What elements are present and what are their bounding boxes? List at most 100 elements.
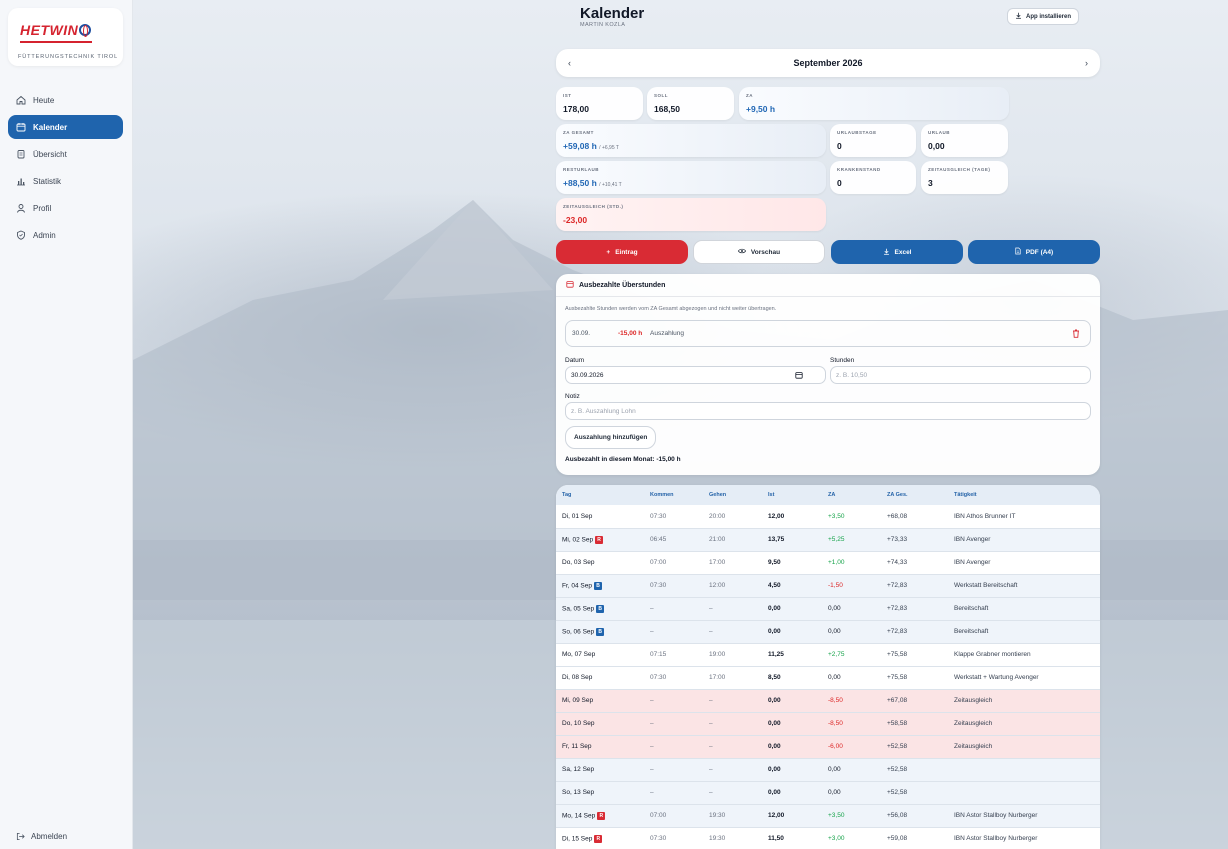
cell-tag-text: So, 13 Sep: [562, 789, 595, 796]
sidebar-item-label: Statistik: [33, 176, 62, 186]
cell-kommen: –: [644, 735, 703, 758]
cell-za-ges: +56,08: [881, 804, 948, 827]
cell-taetigkeit-text: IBN Avenger: [954, 536, 991, 543]
table-row[interactable]: Fr, 11 Sep – – 0,00 -6,00 +52,58 Zeitausgleich: [556, 735, 1100, 758]
cell-za-ges: +52,58: [881, 781, 948, 804]
column-header-kommen: Kommen: [650, 492, 674, 498]
trash-icon[interactable]: [1072, 329, 1080, 340]
table-row[interactable]: Do, 03 Sep 07:00 17:00 9,50 +1,00 +74,33 IBN A…: [556, 551, 1100, 574]
payout-entry: 30.09. -15,00 h Auszahlung: [565, 320, 1091, 347]
table-row[interactable]: Sa, 05 Sep B – –0,00 0,00 +72,83 Bereitschaft: [556, 597, 1100, 620]
cell-ist-text: 11,50: [768, 835, 784, 842]
table-row[interactable]: So, 06 Sep B – –0,00 0,00 +72,83 Bereitschaft: [556, 620, 1100, 643]
days-table: Tag Kommen Gehen Ist ZA ZA Ges. Tätigkei…: [556, 485, 1100, 849]
table-row[interactable]: Di, 01 Sep 07:30 20:00 12,00 +3,50 +68,08 IBN …: [556, 505, 1100, 528]
eye-icon: [737, 248, 746, 256]
note-input[interactable]: z. B. Auszahlung Lohn: [565, 402, 1091, 420]
sidebar-item-uebersicht[interactable]: Übersicht: [8, 142, 123, 166]
cell-tag-text: Mi, 02 Sep: [562, 536, 594, 544]
hours-input[interactable]: z. B. 10,50: [830, 366, 1091, 384]
cell-taetigkeit-text: Zeitausgleich: [954, 720, 993, 727]
cell-za: 0,00: [822, 620, 881, 643]
cell-ist-text: 0,00: [768, 766, 781, 773]
logout-label: Abmelden: [31, 832, 68, 841]
cell-taetigkeit-text: IBN Avenger: [954, 559, 991, 566]
cell-za-ges: +75,58: [881, 643, 948, 666]
stat-value: +9,50 h: [746, 104, 776, 114]
table-row[interactable]: Di, 08 Sep 07:30 17:00 8,50 0,00 +75,58 Werkst…: [556, 666, 1100, 689]
cell-tag-text: Mo, 14 Sep: [562, 812, 596, 820]
sidebar-item-label: Kalender: [33, 122, 68, 132]
cell-tag-text: Fr, 04 Sep: [562, 582, 592, 590]
bar-chart-icon: [16, 176, 26, 186]
cell-tag: Mi, 02 Sep R: [556, 528, 644, 551]
stat-urlaubstage: URLAUBSTAGE 0: [830, 124, 916, 157]
stat-label: URLAUBSTAGE: [837, 130, 877, 135]
stat-value: 178,00: [563, 104, 589, 114]
next-month-button[interactable]: ›: [1085, 58, 1088, 68]
plus-icon: +: [606, 248, 611, 256]
cell-gehen: 19:00: [703, 643, 762, 666]
preview-button[interactable]: Vorschau: [693, 240, 825, 264]
sidebar-item-heute[interactable]: Heute: [8, 88, 123, 112]
table-row[interactable]: Do, 10 Sep – – 0,00 -8,50 +58,58 Zeitausgleich: [556, 712, 1100, 735]
table-row[interactable]: Mi, 09 Sep – – 0,00 -8,50 +67,08 Zeitausgleich: [556, 689, 1100, 712]
sidebar-item-statistik[interactable]: Statistik: [8, 169, 123, 193]
cell-za-ges-text: +52,58: [887, 766, 908, 773]
add-entry-button[interactable]: + Eintrag: [556, 240, 688, 264]
table-row[interactable]: Mo, 14 Sep R 07:00 19:30 12,00 +3,50 +56,08 IBN…: [556, 804, 1100, 827]
cell-kommen-text: –: [650, 789, 654, 796]
cell-taetigkeit: [948, 758, 1100, 781]
cell-ist: 0,00: [762, 597, 822, 620]
cell-tag-text: Do, 10 Sep: [562, 720, 595, 727]
cell-tag: Mo, 14 Sep R: [556, 804, 644, 827]
cell-taetigkeit: Werkstatt Bereitschaft: [948, 574, 1100, 597]
table-row[interactable]: Di, 15 Sep R 07:30 19:30 11,50 +3,00 +59,08 IBN…: [556, 827, 1100, 849]
table-row[interactable]: So, 13 Sep – – 0,00 0,00 +52,58: [556, 781, 1100, 804]
stat-zeitausgleich-tage: ZEITAUSGLEICH (TAGE) 3: [921, 161, 1008, 194]
stat-value: +59,08 h / +6,95 T: [563, 141, 819, 151]
stat-value: 0,00: [928, 141, 945, 151]
cell-ist: 9,50: [762, 551, 822, 574]
cell-tag: Di, 01 Sep: [556, 505, 644, 528]
pdf-export-button[interactable]: PDF (A4): [968, 240, 1100, 264]
sidebar-item-admin[interactable]: Admin: [8, 223, 123, 247]
logout-button[interactable]: Abmelden: [16, 832, 67, 841]
cell-taetigkeit: IBN Astor Stallboy Nurberger: [948, 804, 1100, 827]
cell-ist: 12,00: [762, 804, 822, 827]
table-row[interactable]: Sa, 12 Sep – – 0,00 0,00 +52,58: [556, 758, 1100, 781]
date-input[interactable]: 30.09.2026: [565, 366, 826, 384]
cell-za-ges-text: +73,33: [887, 536, 908, 543]
stat-value-days: / +10,41 T: [599, 182, 622, 188]
stat-urlaub: URLAUB 0,00: [921, 124, 1008, 157]
table-row[interactable]: Mi, 02 Sep R 06:45 21:00 13,75 +5,25 +73,33 IBN…: [556, 528, 1100, 551]
cell-taetigkeit: IBN Athos Brunner IT: [948, 505, 1100, 528]
cell-gehen: –: [703, 758, 762, 781]
pdf-label: PDF (A4): [1025, 248, 1054, 256]
cell-gehen: 21:00: [703, 528, 762, 551]
cell-taetigkeit-text: Bereitschaft: [954, 605, 989, 612]
install-app-button[interactable]: App installieren: [1007, 8, 1080, 25]
excel-export-button[interactable]: Excel: [831, 240, 963, 264]
cell-tag: So, 06 Sep B: [556, 620, 644, 643]
sidebar-item-profil[interactable]: Profil: [8, 196, 123, 220]
cell-tag: Do, 10 Sep: [556, 712, 644, 735]
cell-kommen: 07:00: [644, 804, 703, 827]
cell-ist: 0,00: [762, 712, 822, 735]
table-row[interactable]: Mo, 07 Sep 07:15 19:00 11,25 +2,75 +75,58 Klap…: [556, 643, 1100, 666]
calendar-icon: [795, 371, 803, 381]
sidebar-item-kalender[interactable]: Kalender: [8, 115, 123, 139]
brand-logo-card[interactable]: HETWIN FÜTTERUNGSTECHNIK TIROL: [8, 8, 123, 66]
prev-month-button[interactable]: ‹: [568, 58, 571, 68]
table-row[interactable]: Fr, 04 Sep B 07:30 12:00 4,50 -1,50 +72,83 Werk…: [556, 574, 1100, 597]
column-header-tag: Tag: [562, 492, 572, 498]
cell-ist: 0,00: [762, 735, 822, 758]
cell-ist: 11,25: [762, 643, 822, 666]
add-payout-button[interactable]: Auszahlung hinzufügen: [565, 426, 657, 449]
stat-label: IST: [563, 93, 572, 98]
payout-entry-text: Auszahlung: [650, 330, 684, 337]
logout-icon: [16, 832, 25, 841]
cell-za-text: -8,50: [828, 720, 843, 727]
cell-gehen: 20:00: [703, 505, 762, 528]
cell-gehen: –: [703, 781, 762, 804]
